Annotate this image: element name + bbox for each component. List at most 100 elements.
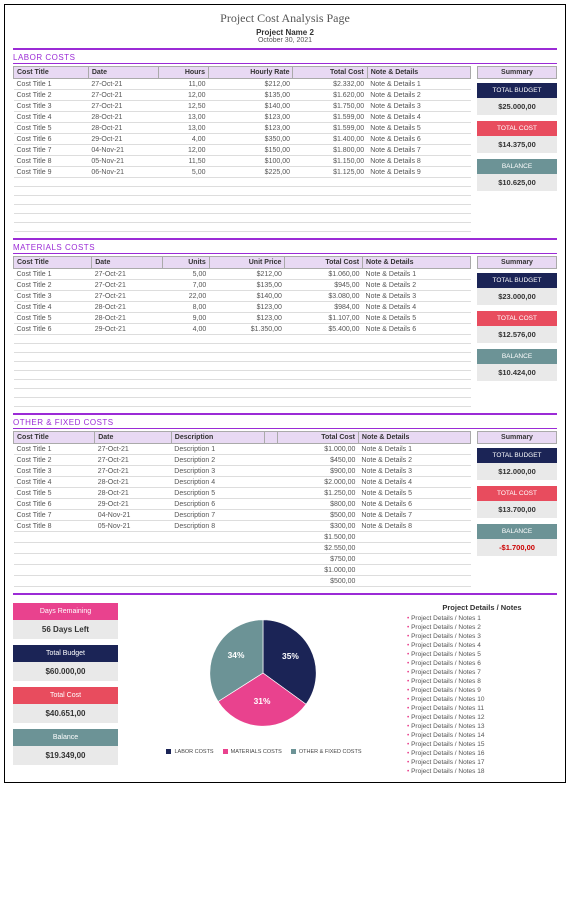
labor-section: Cost TitleDateHoursHourly RateTotal Cost…	[13, 66, 557, 232]
balance-label: BALANCE	[477, 159, 557, 174]
cell: 5,00	[163, 269, 210, 280]
cell: $1.599,00	[293, 123, 367, 134]
list-item: Project Details / Notes 1	[407, 614, 557, 623]
materials-table: Cost TitleDateUnitsUnit PriceTotal CostN…	[13, 256, 471, 407]
cell: Note & Details 9	[367, 167, 470, 178]
cell: Note & Details 7	[367, 145, 470, 156]
cell: Note & Details 6	[367, 134, 470, 145]
table-row: Cost Title 704-Nov-21Description 7$500,0…	[14, 510, 471, 521]
table-row: Cost Title 327-Oct-2112,50$140,00$1.750,…	[14, 101, 471, 112]
table-row: Cost Title 127-Oct-21Description 1$1.000…	[14, 444, 471, 455]
cell: Cost Title 2	[14, 280, 92, 291]
cell: Note & Details 7	[358, 510, 470, 521]
table-row: Cost Title 428-Oct-21Description 4$2.000…	[14, 477, 471, 488]
cell: $1.400,00	[293, 134, 367, 145]
cell: 27-Oct-21	[95, 455, 172, 466]
cell: $350,00	[209, 134, 293, 145]
summary-header: Summary	[477, 66, 557, 79]
table-row	[14, 344, 471, 353]
cell: Description 2	[171, 455, 264, 466]
cell: 29-Oct-21	[92, 324, 163, 335]
total-budget-label: TOTAL BUDGET	[477, 273, 557, 288]
column-header: Hours	[159, 67, 209, 79]
column-header: Note & Details	[358, 432, 470, 444]
cell: Description 6	[171, 499, 264, 510]
cell: Cost Title 1	[14, 444, 95, 455]
balance-value: -$1.700,00	[477, 539, 557, 556]
cell: Cost Title 3	[14, 101, 89, 112]
cell: 13,00	[159, 112, 209, 123]
column-header: Hourly Rate	[209, 67, 293, 79]
cell: $1.750,00	[293, 101, 367, 112]
column-header: Date	[88, 67, 159, 79]
table-row: Cost Title 227-Oct-2112,00$135,00$1.620,…	[14, 90, 471, 101]
cell: 12,50	[159, 101, 209, 112]
cell: 28-Oct-21	[95, 488, 172, 499]
page: Project Cost Analysis Page Project Name …	[4, 4, 566, 783]
cell: Note & Details 5	[358, 488, 470, 499]
notes-title: Project Details / Notes	[407, 603, 557, 612]
table-row	[14, 371, 471, 380]
divider	[13, 238, 557, 240]
cell: Cost Title 5	[14, 123, 89, 134]
cell: 27-Oct-21	[95, 444, 172, 455]
list-item: Project Details / Notes 17	[407, 758, 557, 767]
cell: Cost Title 6	[14, 134, 89, 145]
cell: 06-Nov-21	[88, 167, 159, 178]
list-item: Project Details / Notes 8	[407, 677, 557, 686]
table-row	[14, 353, 471, 362]
table-row	[14, 196, 471, 205]
column-header: Units	[163, 257, 210, 269]
cell: $123,00	[209, 123, 293, 134]
column-header: Date	[95, 432, 172, 444]
cell: 27-Oct-21	[92, 269, 163, 280]
cell: $2.000,00	[278, 477, 359, 488]
cell: $450,00	[278, 455, 359, 466]
cell: Cost Title 8	[14, 156, 89, 167]
cell: $212,00	[209, 269, 285, 280]
cell: Cost Title 5	[14, 313, 92, 324]
cell: Cost Title 5	[14, 488, 95, 499]
table-row: Cost Title 428-Oct-2113,00$123,00$1.599,…	[14, 112, 471, 123]
list-item: Project Details / Notes 9	[407, 686, 557, 695]
cell: $1.000,00	[278, 444, 359, 455]
cell: Description 4	[171, 477, 264, 488]
list-item: Project Details / Notes 6	[407, 659, 557, 668]
cell: Description 8	[171, 521, 264, 532]
cell: 29-Oct-21	[95, 499, 172, 510]
cell: Cost Title 1	[14, 269, 92, 280]
materials-section: Cost TitleDateUnitsUnit PriceTotal CostN…	[13, 256, 557, 407]
legend-item: LABOR COSTS	[163, 749, 213, 755]
cell: 04-Nov-21	[88, 145, 159, 156]
cell: $1.125,00	[293, 167, 367, 178]
cell: 28-Oct-21	[88, 112, 159, 123]
total-budget-value: $23.000,00	[477, 288, 557, 305]
cell: $1.599,00	[293, 112, 367, 123]
pie-chart: 35%31%34% LABOR COSTSMATERIALS COSTSOTHE…	[126, 603, 399, 776]
table-row: Cost Title 227-Oct-21Description 2 $450,0…	[14, 455, 471, 466]
column-header: Date	[92, 257, 163, 269]
cell	[264, 499, 278, 510]
total-cost-value: $40.651,00	[13, 704, 118, 723]
balance-label: BALANCE	[477, 524, 557, 539]
cell: Cost Title 2	[14, 455, 95, 466]
table-row: $500,00	[14, 576, 471, 587]
column-header: Cost Title	[14, 67, 89, 79]
table-row: Cost Title 906-Nov-215,00$225,00$1.125,0…	[14, 167, 471, 178]
cell: Note & Details 1	[363, 269, 471, 280]
total-cost-label: TOTAL COST	[477, 121, 557, 136]
cell: Note & Details 8	[367, 156, 470, 167]
cell: 28-Oct-21	[88, 123, 159, 134]
footer: Days Remaining56 Days Left Total Budget$…	[13, 603, 557, 776]
cell: Description 7	[171, 510, 264, 521]
table-row	[14, 380, 471, 389]
table-row: Cost Title 127-Oct-2111,00$212,00$2.332,…	[14, 79, 471, 90]
cell: 05-Nov-21	[95, 521, 172, 532]
days-remaining-label: Days Remaining	[13, 603, 118, 620]
table-row: Cost Title 629-Oct-21Description 6$800,0…	[14, 499, 471, 510]
cell: Note & Details 2	[358, 455, 470, 466]
cell: 7,00	[163, 280, 210, 291]
total-cost-label: Total Cost	[13, 687, 118, 704]
table-row: Cost Title 528-Oct-2113,00$123,00$1.599,…	[14, 123, 471, 134]
divider	[13, 48, 557, 50]
